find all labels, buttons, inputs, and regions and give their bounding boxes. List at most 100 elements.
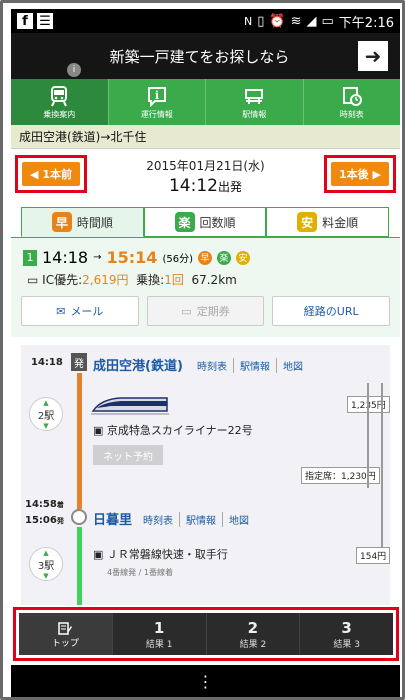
mail-button[interactable]: ✉ メール xyxy=(21,296,139,326)
facebook-icon: f xyxy=(17,13,33,29)
prev-label: 1本前 xyxy=(42,168,72,181)
status-bar: f ☰ N ▯ ⏰ ≋ ◢ ▭ 下午2:16 xyxy=(11,9,400,33)
svg-text:i: i xyxy=(155,89,159,102)
tab-station-info[interactable]: 駅情報 xyxy=(206,79,304,125)
leg2-train: ▣ ＪＲ常磐線快速・取手行 xyxy=(93,546,228,562)
next-highlight: 1本後 ▶ xyxy=(324,155,396,193)
fare-span-line xyxy=(381,383,383,563)
result-card[interactable]: 1 14:18 → 15:14 (56分) 早 楽 安 ▭ IC優先:2,619… xyxy=(11,237,400,337)
distance: 67.2km xyxy=(191,273,237,287)
notification-icon: ☰ xyxy=(37,13,53,29)
cheap-badge-icon: 安 xyxy=(235,250,250,265)
arrive-time: 15:14 xyxy=(106,248,158,267)
station-info-link[interactable]: 駅情報 xyxy=(233,358,270,373)
stop1-links: 時刻表 駅情報 地図 xyxy=(197,358,303,373)
tab-top[interactable]: トップ xyxy=(19,613,113,655)
arrow-right-icon[interactable]: ➜ xyxy=(358,41,388,71)
stop2-depart: 15:06発 xyxy=(25,515,64,526)
home-edit-icon xyxy=(58,621,73,635)
prev-train-button[interactable]: ◀ 1本前 xyxy=(22,162,80,186)
timetable-link[interactable]: 時刻表 xyxy=(143,512,173,527)
leg2-stops: 3駅 xyxy=(37,560,55,572)
online-reserve-button[interactable]: ネット予約 xyxy=(93,445,163,465)
fare-span-line xyxy=(367,383,369,488)
tab-sort-fare[interactable]: 安 料金順 xyxy=(266,207,390,237)
train-icon xyxy=(51,85,68,106)
tab-label: 結果 1 xyxy=(145,639,173,650)
fast-badge-icon: 早 xyxy=(197,250,212,265)
ad-banner[interactable]: 新築一戸建てをお探しなら ➜ i xyxy=(11,33,400,79)
leg2-stops-toggle[interactable]: ▲ 3駅 ▼ xyxy=(29,547,63,581)
ad-text: 新築一戸建てをお探しなら xyxy=(109,47,290,66)
sort-tabs: 早 時間順 楽 回数順 安 料金順 xyxy=(21,207,390,237)
tab-sort-transfers[interactable]: 楽 回数順 xyxy=(143,207,267,237)
mail-icon: ✉ xyxy=(56,304,66,318)
depart-mark: 発 xyxy=(56,517,64,525)
tab-timetable[interactable]: 時刻表 xyxy=(304,79,401,125)
map-link[interactable]: 地図 xyxy=(276,358,303,373)
arrow-icon: → xyxy=(93,252,102,263)
mail-label: メール xyxy=(70,305,104,318)
train-small-icon: ▣ xyxy=(93,548,104,561)
ic-card-icon: ▭ xyxy=(27,273,39,287)
tab-result-1[interactable]: 1 結果 1 xyxy=(113,613,207,655)
tab-service-info[interactable]: i 運行情報 xyxy=(109,79,206,125)
stop2-station[interactable]: 日暮里 xyxy=(93,509,132,528)
tab-number: 3 xyxy=(341,618,352,637)
vibrate-icon: ▯ xyxy=(257,13,265,29)
alarm-icon: ⏰ xyxy=(269,13,286,29)
tab-label: 結果 2 xyxy=(239,639,267,650)
android-nav-bar: ⋮ xyxy=(11,665,400,697)
route-line-jr xyxy=(77,527,82,605)
time-value: 14:12 xyxy=(168,176,218,196)
bottom-tabs: トップ 1 結果 1 2 結果 2 3 結果 3 xyxy=(19,613,393,655)
station-info-link[interactable]: 駅情報 xyxy=(179,512,216,527)
clock: 下午2:16 xyxy=(338,15,394,31)
transfer-station-dot xyxy=(71,509,87,525)
arrive-mark: 着 xyxy=(56,501,64,509)
stop1-station[interactable]: 成田空港(鉄道) xyxy=(93,355,183,374)
leg1-train: ▣ 京成特急スカイライナー22号 xyxy=(93,422,253,438)
tab-label: 時刻表 xyxy=(339,109,364,119)
leg1-stops-toggle[interactable]: ▲ 2駅 ▼ xyxy=(29,397,63,431)
tab-number: 2 xyxy=(247,618,259,637)
stop2-arrive: 14:58着 xyxy=(25,499,64,510)
stop1-time: 14:18 xyxy=(31,357,63,368)
skyliner-train-icon xyxy=(91,397,169,415)
timetable-link[interactable]: 時刻表 xyxy=(197,358,227,373)
battery-icon: ▭ xyxy=(321,13,334,29)
overflow-menu-icon[interactable]: ⋮ xyxy=(198,672,214,691)
tab-label: 駅情報 xyxy=(242,109,267,119)
tab-sort-time[interactable]: 早 時間順 xyxy=(21,207,144,237)
info-icon[interactable]: i xyxy=(67,63,81,77)
sort-label: 回数順 xyxy=(199,215,236,230)
map-link[interactable]: 地図 xyxy=(222,512,249,527)
tab-transfer[interactable]: 乗換案内 xyxy=(11,79,109,125)
tab-label: 運行情報 xyxy=(140,109,173,119)
tab-number: 1 xyxy=(153,618,165,637)
stop2-links: 時刻表 駅情報 地図 xyxy=(143,512,249,527)
commuter-pass-button[interactable]: ▭ 定期券 xyxy=(146,296,265,326)
wifi-icon: ≋ xyxy=(290,13,302,29)
stop2-arrive-time: 14:58 xyxy=(25,499,57,510)
pass-label: 定期券 xyxy=(196,305,230,318)
stop2-depart-time: 15:06 xyxy=(25,515,57,526)
route-title: 成田空港(鉄道)→北千住 xyxy=(11,125,400,149)
easy-badge-icon: 楽 xyxy=(216,250,231,265)
leg2-tracks: 4番線発 / 1番線着 xyxy=(107,568,173,577)
depart-mark: 発 xyxy=(71,353,87,371)
route-url-button[interactable]: 経路のURL xyxy=(272,296,391,326)
station-icon xyxy=(245,88,264,104)
time-suffix: 出発 xyxy=(217,180,242,194)
train-small-icon: ▣ xyxy=(93,424,104,437)
tab-result-3[interactable]: 3 結果 3 xyxy=(300,613,393,655)
tab-label: トップ xyxy=(51,638,79,649)
fare: 2,619円 xyxy=(82,273,129,287)
sort-label: 料金順 xyxy=(322,215,359,230)
next-train-button[interactable]: 1本後 ▶ xyxy=(331,162,389,186)
search-time: 14:12出発 xyxy=(111,176,300,196)
phone-frame: f ☰ N ▯ ⏰ ≋ ◢ ▭ 下午2:16 新築一戸建てをお探しなら ➜ i … xyxy=(0,0,405,700)
tab-result-2[interactable]: 2 結果 2 xyxy=(207,613,301,655)
route-detail: 14:18 発 成田空港(鉄道) 時刻表 駅情報 地図 ▲ 2駅 ▼ ▣ 京成特… xyxy=(11,341,400,611)
cheap-badge-icon: 安 xyxy=(297,212,318,232)
